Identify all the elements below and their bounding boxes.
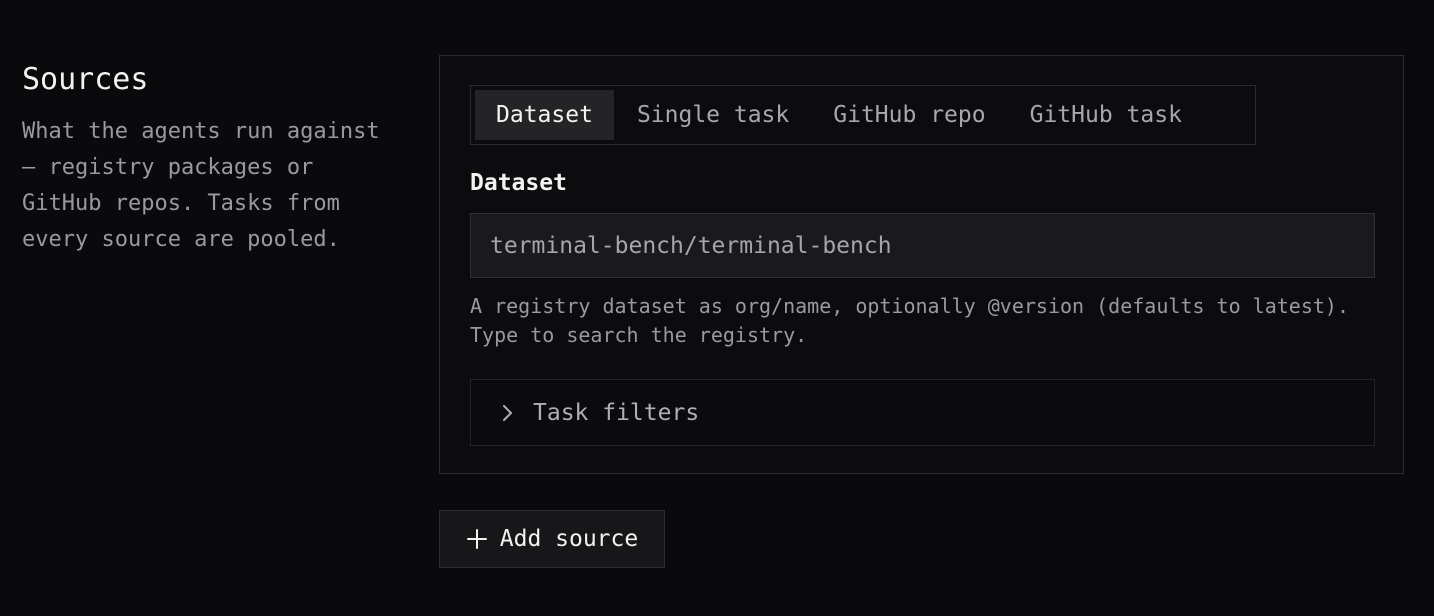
task-filters-label: Task filters (533, 399, 700, 426)
chevron-right-icon (499, 404, 517, 422)
tab-github-task[interactable]: GitHub task (1009, 90, 1203, 140)
section-title: Sources (22, 62, 149, 97)
tab-github-repo[interactable]: GitHub repo (812, 90, 1006, 140)
dataset-field-label: Dataset (470, 170, 567, 196)
tab-single-task[interactable]: Single task (616, 90, 810, 140)
page: Sources What the agents run against — re… (0, 0, 1434, 616)
add-source-label: Add source (499, 526, 639, 552)
plus-icon (466, 528, 488, 550)
add-source-button[interactable]: Add source (439, 510, 665, 568)
dataset-input[interactable] (470, 213, 1375, 278)
tab-dataset[interactable]: Dataset (475, 90, 614, 140)
section-description: What the agents run against — registry p… (22, 119, 380, 252)
source-card: Dataset Single task GitHub repo GitHub t… (439, 55, 1404, 474)
task-filters-toggle[interactable]: Task filters (470, 379, 1375, 446)
sources-section-info: Sources What the agents run against — re… (22, 60, 402, 258)
source-type-tabs: Dataset Single task GitHub repo GitHub t… (470, 85, 1256, 145)
dataset-help-text: A registry dataset as org/name, optional… (470, 294, 1349, 347)
